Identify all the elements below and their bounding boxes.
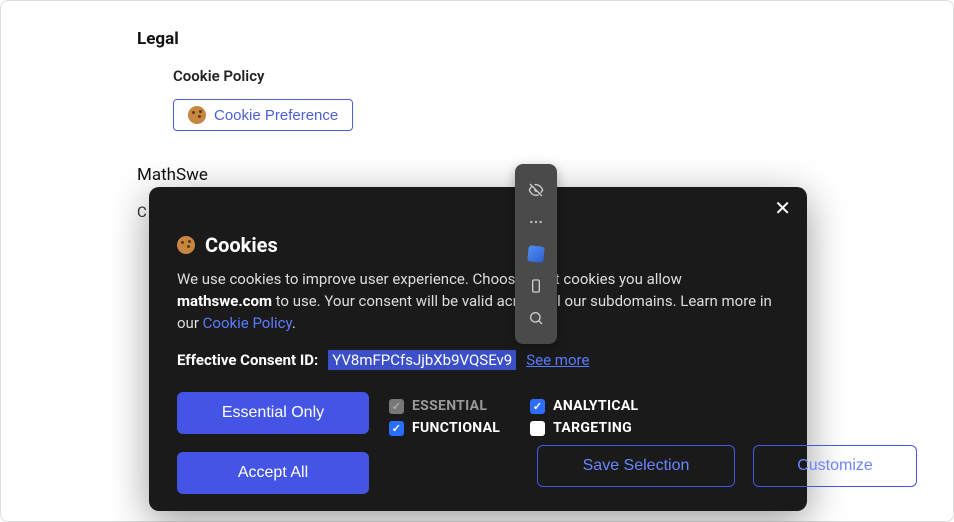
consent-id-value: YV8mFPCfsJjbXb9VQSEv9 [328,350,516,370]
checkbox-icon: ✓ [389,421,404,436]
cookie-icon [177,236,195,254]
search-icon [528,310,544,326]
cookie-consent-dialog: ✕ Cookies We use cookies to improve user… [149,187,807,511]
left-buttons: Essential Only Accept All [177,392,369,494]
eye-off-icon [528,182,544,198]
dialog-header: Cookies [177,233,779,257]
checkbox-label: TARGETING [553,420,632,436]
cookie-policy-link[interactable]: Cookie Policy [203,314,292,332]
more-tool-button[interactable] [515,206,557,238]
more-icon [528,214,544,230]
checkbox-label: ESSENTIAL [412,398,487,414]
cookie-preference-label: Cookie Preference [214,107,338,124]
desc-period: . [292,314,296,332]
save-selection-button[interactable]: Save Selection [537,445,735,487]
close-button[interactable]: ✕ [774,199,791,219]
desc-domain: mathswe.com [177,292,272,310]
dialog-description: We use cookies to improve user experienc… [177,269,779,334]
device-tool-button[interactable] [515,270,557,302]
consent-row: Effective Consent ID: YV8mFPCfsJjbXb9VQS… [177,350,779,370]
accept-all-button[interactable]: Accept All [177,452,369,494]
checkbox-label: ANALYTICAL [553,398,638,414]
lower-right-buttons: Save Selection Customize [537,445,917,487]
checkbox-essential: ✓ ESSENTIAL [389,398,500,414]
checkbox-label: FUNCTIONAL [412,420,500,436]
see-more-link[interactable]: See more [526,351,589,369]
hide-tool-button[interactable] [515,174,557,206]
dialog-title: Cookies [205,233,278,257]
cookie-policy-heading: Cookie Policy [173,67,953,85]
legal-heading: Legal [137,29,953,49]
copilot-tool-button[interactable] [515,238,557,270]
checkbox-functional[interactable]: ✓ FUNCTIONAL [389,420,500,436]
checkbox-icon [530,421,545,436]
checkbox-targeting[interactable]: TARGETING [530,420,638,436]
essential-only-button[interactable]: Essential Only [177,392,369,434]
checkbox-icon: ✓ [530,399,545,414]
phone-icon [528,278,544,294]
floating-toolbar [515,164,557,344]
checkbox-analytical[interactable]: ✓ ANALYTICAL [530,398,638,414]
copilot-icon [527,245,545,263]
customize-button[interactable]: Customize [753,445,917,487]
checkbox-icon: ✓ [389,399,404,414]
cookie-preference-button[interactable]: Cookie Preference [173,99,353,131]
search-tool-button[interactable] [515,302,557,334]
close-icon: ✕ [774,198,791,220]
cookie-icon [188,106,206,124]
desc-prefix: We use cookies to improve user experienc… [177,270,682,288]
consent-id-label: Effective Consent ID: [177,351,318,369]
